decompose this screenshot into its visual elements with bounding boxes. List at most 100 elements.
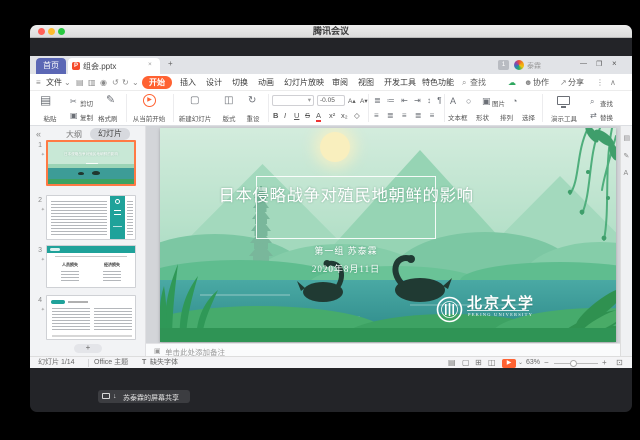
slide-thumbnail-1[interactable]: 日本侵略战争对殖民地朝鲜的影响	[46, 140, 136, 186]
textbox-icon[interactable]: A	[450, 96, 456, 106]
new-slide-button[interactable]: 新建幻灯片	[175, 113, 215, 123]
undo-icon[interactable]: ↺	[112, 74, 119, 91]
theme-name[interactable]: Office 主题	[94, 357, 128, 369]
ribbon-tab-devtools[interactable]: 开发工具	[384, 74, 416, 91]
window-minimize-icon[interactable]: —	[580, 60, 587, 67]
ribbon-tab-transition[interactable]: 切换	[232, 74, 248, 91]
italic-button[interactable]: I	[284, 111, 286, 120]
underline-button[interactable]: U	[294, 111, 299, 120]
file-menu-caret-icon[interactable]: ⌄	[64, 74, 71, 91]
style-brush-icon[interactable]: ✎	[624, 152, 630, 160]
text-tool-icon[interactable]: A	[624, 170, 629, 177]
fit-slide-icon[interactable]: ⊡	[616, 357, 623, 369]
zoom-in-icon[interactable]: +	[602, 357, 607, 369]
toolbar-caret-icon[interactable]: ⌄	[132, 74, 139, 91]
find-menu[interactable]: 查找	[470, 74, 486, 91]
paragraph-icons-row2[interactable]: ≡ ≣ ≡ ≣ ≡	[374, 111, 437, 120]
bold-button[interactable]: B	[273, 111, 278, 120]
highlight-button[interactable]: ◇	[354, 111, 360, 120]
find-icon[interactable]: ⌕	[590, 97, 594, 107]
reset-button[interactable]: 重设	[240, 113, 266, 123]
format-painter-button[interactable]: 格式刷	[98, 113, 118, 123]
reset-icon[interactable]: ↻	[248, 96, 256, 106]
decrease-font-icon[interactable]: A▾	[360, 97, 368, 105]
window-close-icon[interactable]: ×	[612, 59, 617, 68]
superscript-button[interactable]: x²	[329, 111, 335, 120]
print-icon[interactable]: ▥	[88, 74, 96, 91]
add-slide-button[interactable]: +	[74, 344, 102, 353]
picture-button[interactable]: 图片	[492, 98, 505, 108]
slides-tab[interactable]: 幻灯片	[90, 128, 130, 140]
hamburger-menu-icon[interactable]: ≡	[36, 74, 41, 91]
arrange-button[interactable]: 排列	[500, 112, 513, 122]
ribbon-tab-design[interactable]: 设计	[206, 74, 222, 91]
font-color-button[interactable]: A	[316, 111, 321, 122]
screen-share-banner[interactable]: ↓ 苏泰霖的屏幕共享	[98, 390, 190, 403]
save-icon[interactable]: ▤	[76, 74, 84, 91]
slide-date-line[interactable]: 2020年8月11日	[180, 262, 512, 275]
shapes-button[interactable]: 形状	[476, 112, 489, 122]
skin-icon[interactable]: ◔	[512, 96, 517, 106]
minimize-traffic-light[interactable]	[48, 28, 55, 35]
cut-button[interactable]: 剪切	[80, 98, 93, 108]
ribbon-tab-review[interactable]: 审阅	[332, 74, 348, 91]
cut-icon[interactable]: ✂	[70, 97, 77, 107]
collapse-ribbon-icon[interactable]: ∧	[610, 74, 616, 91]
outline-tab[interactable]: 大纲	[66, 129, 82, 140]
slide-group-line[interactable]: 第一组 苏泰霖	[180, 244, 512, 257]
slide-thumbnail-3[interactable]: 人员损失 经济损失	[46, 245, 136, 288]
slide-title[interactable]: 日本侵略战争对殖民地朝鲜的影响	[180, 182, 512, 206]
ribbon-tab-home[interactable]: 开始	[142, 76, 172, 89]
copy-icon[interactable]: ▣	[70, 111, 78, 121]
select-button[interactable]: 选择	[522, 112, 535, 122]
ribbon-tab-insert[interactable]: 插入	[180, 74, 196, 91]
notification-badge[interactable]: 1	[498, 60, 509, 70]
collaborate-button[interactable]: 协作	[533, 74, 549, 91]
cloud-sync-icon[interactable]: ☁	[508, 74, 516, 91]
new-slide-icon[interactable]: ▢	[190, 96, 199, 106]
ribbon-tab-animation[interactable]: 动画	[258, 74, 274, 91]
slideshow-play-button[interactable]: ▶	[502, 359, 516, 368]
zoom-level[interactable]: 63%	[526, 357, 540, 369]
play-caret-icon[interactable]: ⌄	[518, 357, 523, 369]
zoom-out-icon[interactable]: −	[544, 357, 549, 369]
redo-icon[interactable]: ↻	[122, 74, 129, 91]
font-family-combobox[interactable]: ▾	[272, 95, 314, 106]
subscript-button[interactable]: x₂	[341, 111, 348, 120]
strikethrough-button[interactable]: S	[305, 111, 310, 120]
play-from-current-icon[interactable]: ▶	[143, 94, 156, 107]
collaborate-icon[interactable]: ☻	[524, 74, 532, 91]
paste-icon[interactable]: ▤	[40, 95, 51, 105]
ribbon-tab-slideshow[interactable]: 幻灯片放映	[284, 74, 324, 91]
tab-home[interactable]: 首页	[36, 58, 66, 74]
paragraph-icons-row1[interactable]: ≣ ≔ ⇤ ⇥ ↕ ¶	[374, 96, 444, 105]
increase-font-icon[interactable]: A▴	[348, 97, 356, 105]
more-options-icon[interactable]: ⋮	[596, 74, 604, 91]
zoom-traffic-light[interactable]	[58, 28, 65, 35]
preview-icon[interactable]: ◉	[100, 74, 107, 91]
new-tab-button[interactable]: +	[168, 59, 173, 68]
view-sorter-icon[interactable]: ▢	[462, 357, 470, 369]
search-icon[interactable]: ⌕	[462, 74, 466, 91]
zoom-slider-knob[interactable]	[570, 360, 577, 367]
slide-thumbnail-2[interactable]	[46, 195, 136, 240]
view-grid-icon[interactable]: ⊞	[475, 357, 482, 369]
user-avatar[interactable]	[514, 60, 524, 70]
share-arrow-icon[interactable]: ↗	[560, 74, 567, 91]
layout-icon[interactable]: ◫	[224, 96, 233, 106]
ribbon-tab-features[interactable]: 特色功能	[422, 74, 454, 91]
view-reading-icon[interactable]: ◫	[488, 357, 496, 369]
picture-icon[interactable]: ▣	[482, 96, 491, 106]
shape-icon[interactable]: ○	[466, 96, 471, 106]
properties-icon[interactable]: ▤	[624, 134, 631, 142]
view-normal-icon[interactable]: ▤	[448, 357, 456, 369]
copy-button[interactable]: 复制	[80, 112, 93, 122]
close-tab-icon[interactable]: ×	[148, 61, 152, 68]
textbox-button[interactable]: 文本框	[448, 112, 468, 122]
tab-document[interactable]: P 组会.pptx ×	[68, 58, 160, 74]
layout-button[interactable]: 版式	[216, 113, 242, 123]
ribbon-tab-view[interactable]: 视图	[358, 74, 374, 91]
play-from-current-button[interactable]: 从当前开始	[126, 113, 172, 123]
paste-button[interactable]: 粘贴	[34, 113, 66, 123]
demo-tools-monitor-icon[interactable]	[557, 96, 570, 105]
